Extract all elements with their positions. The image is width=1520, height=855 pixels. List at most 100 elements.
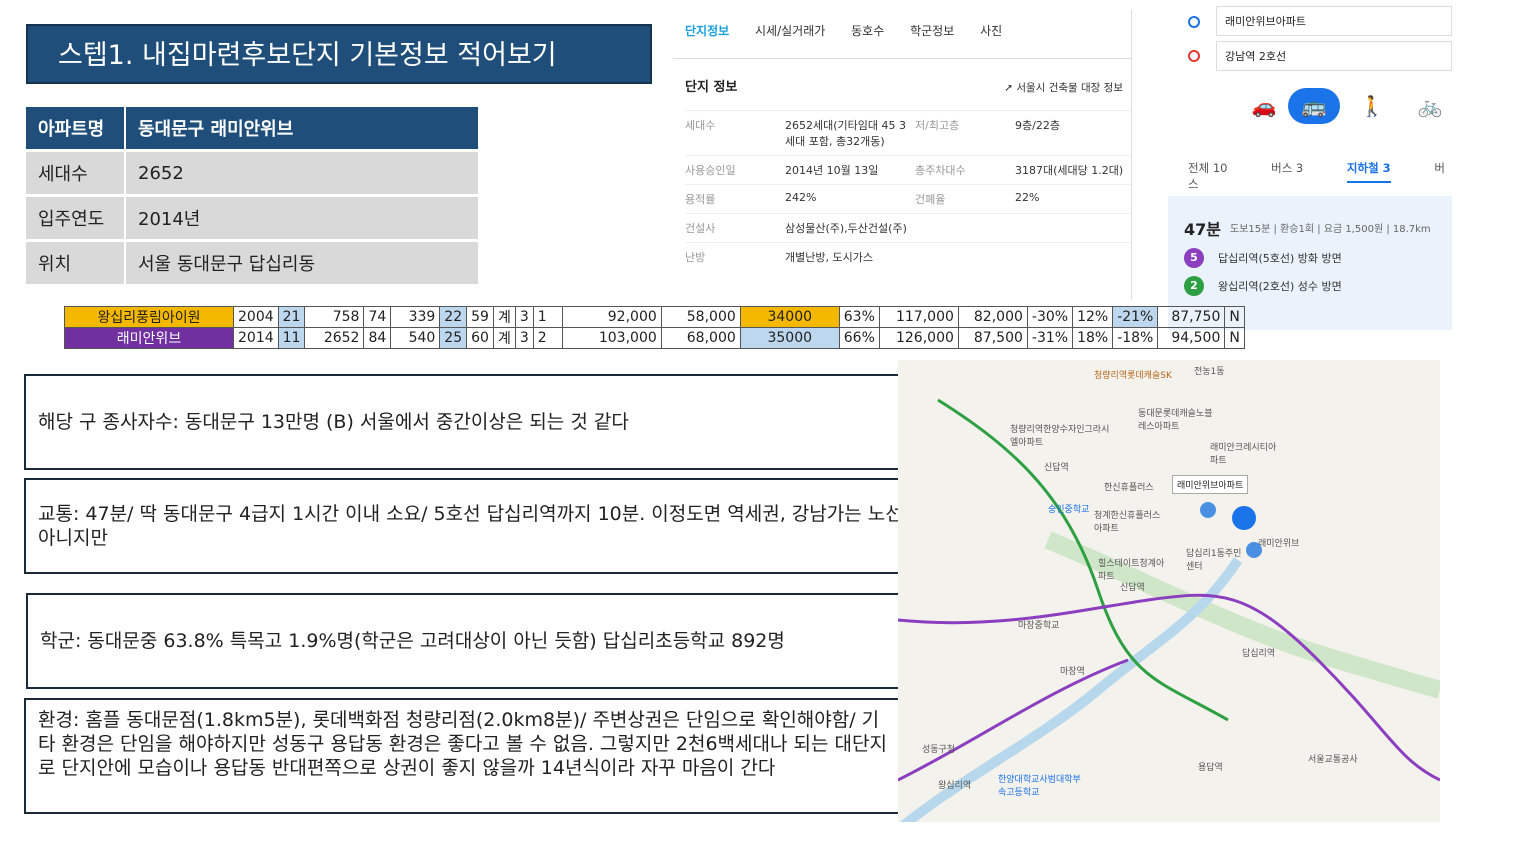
slide-title: 스텝1. 내집마련후보단지 기본정보 적어보기: [26, 24, 652, 84]
info-label: 건폐율: [915, 193, 946, 206]
car-icon[interactable]: 🚗: [1238, 88, 1290, 124]
info-label: 사용승인일: [685, 164, 736, 177]
info-label: 총주차대수: [915, 164, 966, 177]
table-cell: 94,500: [1157, 327, 1226, 349]
origin-dot-icon: [1188, 16, 1200, 28]
complex-info-grid: 세대수 2652세대(기타임대 45 3세대 포함, 총32개동) 저/최고층 …: [685, 110, 1131, 271]
info-row: 입주연도 2014년: [26, 197, 478, 239]
table-cell: 74: [363, 306, 392, 328]
comparison-row: 왕십리풍림아이원 2004 21 758 74 339 22 59 계 3 1 …: [64, 306, 1245, 328]
table-cell: 60: [466, 327, 494, 349]
table-cell: 2004: [233, 306, 279, 328]
travel-mode-selector: 🚗 🚌 🚶 🚲: [1238, 88, 1448, 124]
info-label: 용적률: [685, 193, 716, 206]
info-label: 세대수: [685, 119, 716, 132]
tab-bus[interactable]: 버스 3: [1271, 161, 1303, 175]
tab-complex-info[interactable]: 단지정보: [685, 24, 729, 38]
info-row: 세대수 2652: [26, 152, 478, 194]
route-stop: 왕십리역(2호선) 성수 방면: [1218, 280, 1342, 293]
table-cell: 계: [492, 327, 516, 349]
map-label: 용답역: [1198, 763, 1223, 773]
building-register-link[interactable]: ➚ 서울시 건축물 대장 정보: [1004, 80, 1123, 95]
location-map[interactable]: 래미안위브아파트 청량리역롯데캐슬SK 전농1동 동대문롯데캐슬노블레스아파트 …: [898, 360, 1440, 822]
map-popup[interactable]: 래미안위브아파트: [1172, 475, 1249, 494]
complex-info-row: 사용승인일 2014년 10월 13일 총주차대수 3187대(세대당 1.2대…: [685, 155, 1131, 184]
map-label: 청계한신휴플러스아파트: [1094, 511, 1161, 534]
table-cell: N: [1224, 306, 1245, 328]
table-cell: 11: [277, 327, 306, 349]
table-cell: 84: [363, 327, 392, 349]
table-cell: 339: [390, 306, 441, 328]
tab-all[interactable]: 전체 10: [1188, 161, 1227, 175]
table-cell: 117,000: [878, 306, 959, 328]
info-header-row: 아파트명 동대문구 래미안위브: [26, 107, 478, 149]
map-label: 청량리역롯데캐슬SK: [1094, 371, 1172, 381]
complex-info-row: 건설사 삼성물산(주),두산건설(주): [685, 213, 1131, 242]
info-value: 9층/22층: [1015, 119, 1060, 132]
tab-subway[interactable]: 지하철 3: [1346, 161, 1391, 183]
table-cell: 2014: [233, 327, 279, 349]
bike-icon[interactable]: 🚲: [1404, 88, 1452, 124]
complex-info-panel: 단지정보 시세/실거래가 동호수 학군정보 사진 단지 정보 ➚ 서울시 건축물…: [673, 10, 1132, 300]
route-stop: 답십리역(5호선) 방화 방면: [1218, 252, 1342, 265]
table-cell: 87,750: [1157, 306, 1226, 328]
table-cell: 2: [532, 327, 563, 349]
info-header-value: 동대문구 래미안위브: [126, 107, 478, 149]
directions-panel: 래미안위브아파트 강남역 2호선 🚗 🚌 🚶 🚲 전체 10 버스 3 지하철 …: [1168, 0, 1452, 330]
map-label: 신답역: [1120, 583, 1145, 593]
table-cell: -18%: [1112, 327, 1159, 349]
table-cell: 63%: [838, 306, 880, 328]
info-value: 242%: [785, 191, 817, 204]
destination-input[interactable]: 강남역 2호선: [1216, 41, 1452, 71]
table-cell: 92,000: [561, 306, 662, 328]
map-label: 래미안크레시티아파트: [1210, 443, 1277, 466]
bus-icon[interactable]: 🚌: [1288, 88, 1340, 124]
divider: [673, 58, 1131, 59]
info-value: 3187대(세대당 1.2대): [1015, 164, 1124, 177]
note-text: 교통: 47분/ 딱 동대문구 4급지 1시간 이내 소요/ 5호선 답십리역까…: [38, 503, 921, 549]
note-environment: 환경: 홈플 동대문점(1.8km5분), 롯데백화점 청량리점(2.0km8분…: [24, 698, 904, 814]
tab-price[interactable]: 시세/실거래가: [755, 24, 825, 38]
info-header-key: 아파트명: [26, 107, 126, 149]
table-cell: 87,500: [957, 327, 1028, 349]
tab-photos[interactable]: 사진: [980, 24, 1002, 38]
tab-units[interactable]: 동호수: [851, 24, 884, 38]
table-cell: 34000: [739, 306, 840, 328]
table-cell: 12%: [1072, 306, 1114, 328]
table-cell: -31%: [1026, 327, 1074, 349]
map-label: 청량리역한양수자인그라시엘아파트: [1010, 425, 1110, 448]
info-value: 2014년: [126, 197, 478, 239]
subway-line-badge: 5: [1184, 248, 1204, 268]
origin-input[interactable]: 래미안위브아파트: [1216, 6, 1452, 36]
table-cell: 66%: [838, 327, 880, 349]
map-label: 힐스테이트청계아파트: [1098, 559, 1165, 582]
thumbs-icon: ➚: [1004, 82, 1014, 94]
complex-name-cell: 왕십리풍림아이원: [64, 306, 234, 328]
subway-line-badge: 2: [1184, 276, 1204, 296]
table-cell: -30%: [1026, 306, 1074, 328]
walk-icon[interactable]: 🚶: [1346, 88, 1398, 124]
table-cell: 22: [439, 306, 468, 328]
map-label: 답십리역: [1242, 649, 1276, 659]
info-value: 2014년 10월 13일: [785, 164, 879, 177]
complex-info-row: 세대수 2652세대(기타임대 45 3세대 포함, 총32개동) 저/최고층 …: [685, 110, 1131, 155]
map-label: 동대문롯데캐슬노블레스아파트: [1138, 409, 1213, 432]
table-cell: 58,000: [660, 306, 741, 328]
table-cell: 2652: [304, 327, 365, 349]
table-cell: 758: [304, 306, 365, 328]
info-value: 2652: [126, 152, 478, 194]
map-label: 서울교통공사: [1308, 755, 1358, 765]
info-label: 난방: [685, 251, 706, 264]
info-value: 삼성물산(주),두산건설(주): [785, 222, 907, 235]
table-cell: 82,000: [957, 306, 1028, 328]
map-label: 한양대학교사범대학부속고등학교: [998, 775, 1081, 798]
info-value: 2652세대(기타임대 45 3세대 포함, 총32개동): [785, 119, 906, 148]
table-cell: 3: [514, 306, 534, 328]
info-value: 개별난방, 도시가스: [785, 251, 873, 264]
note-text: 해당 구 종사자수: 동대문구 13만명 (B) 서울에서 중간이상은 되는 것…: [38, 411, 629, 433]
map-label: 마장중학교: [1018, 621, 1060, 631]
info-key: 입주연도: [26, 197, 126, 239]
tab-school[interactable]: 학군정보: [910, 24, 954, 38]
map-label: 전농1동: [1194, 367, 1225, 377]
table-cell: 3: [514, 327, 534, 349]
